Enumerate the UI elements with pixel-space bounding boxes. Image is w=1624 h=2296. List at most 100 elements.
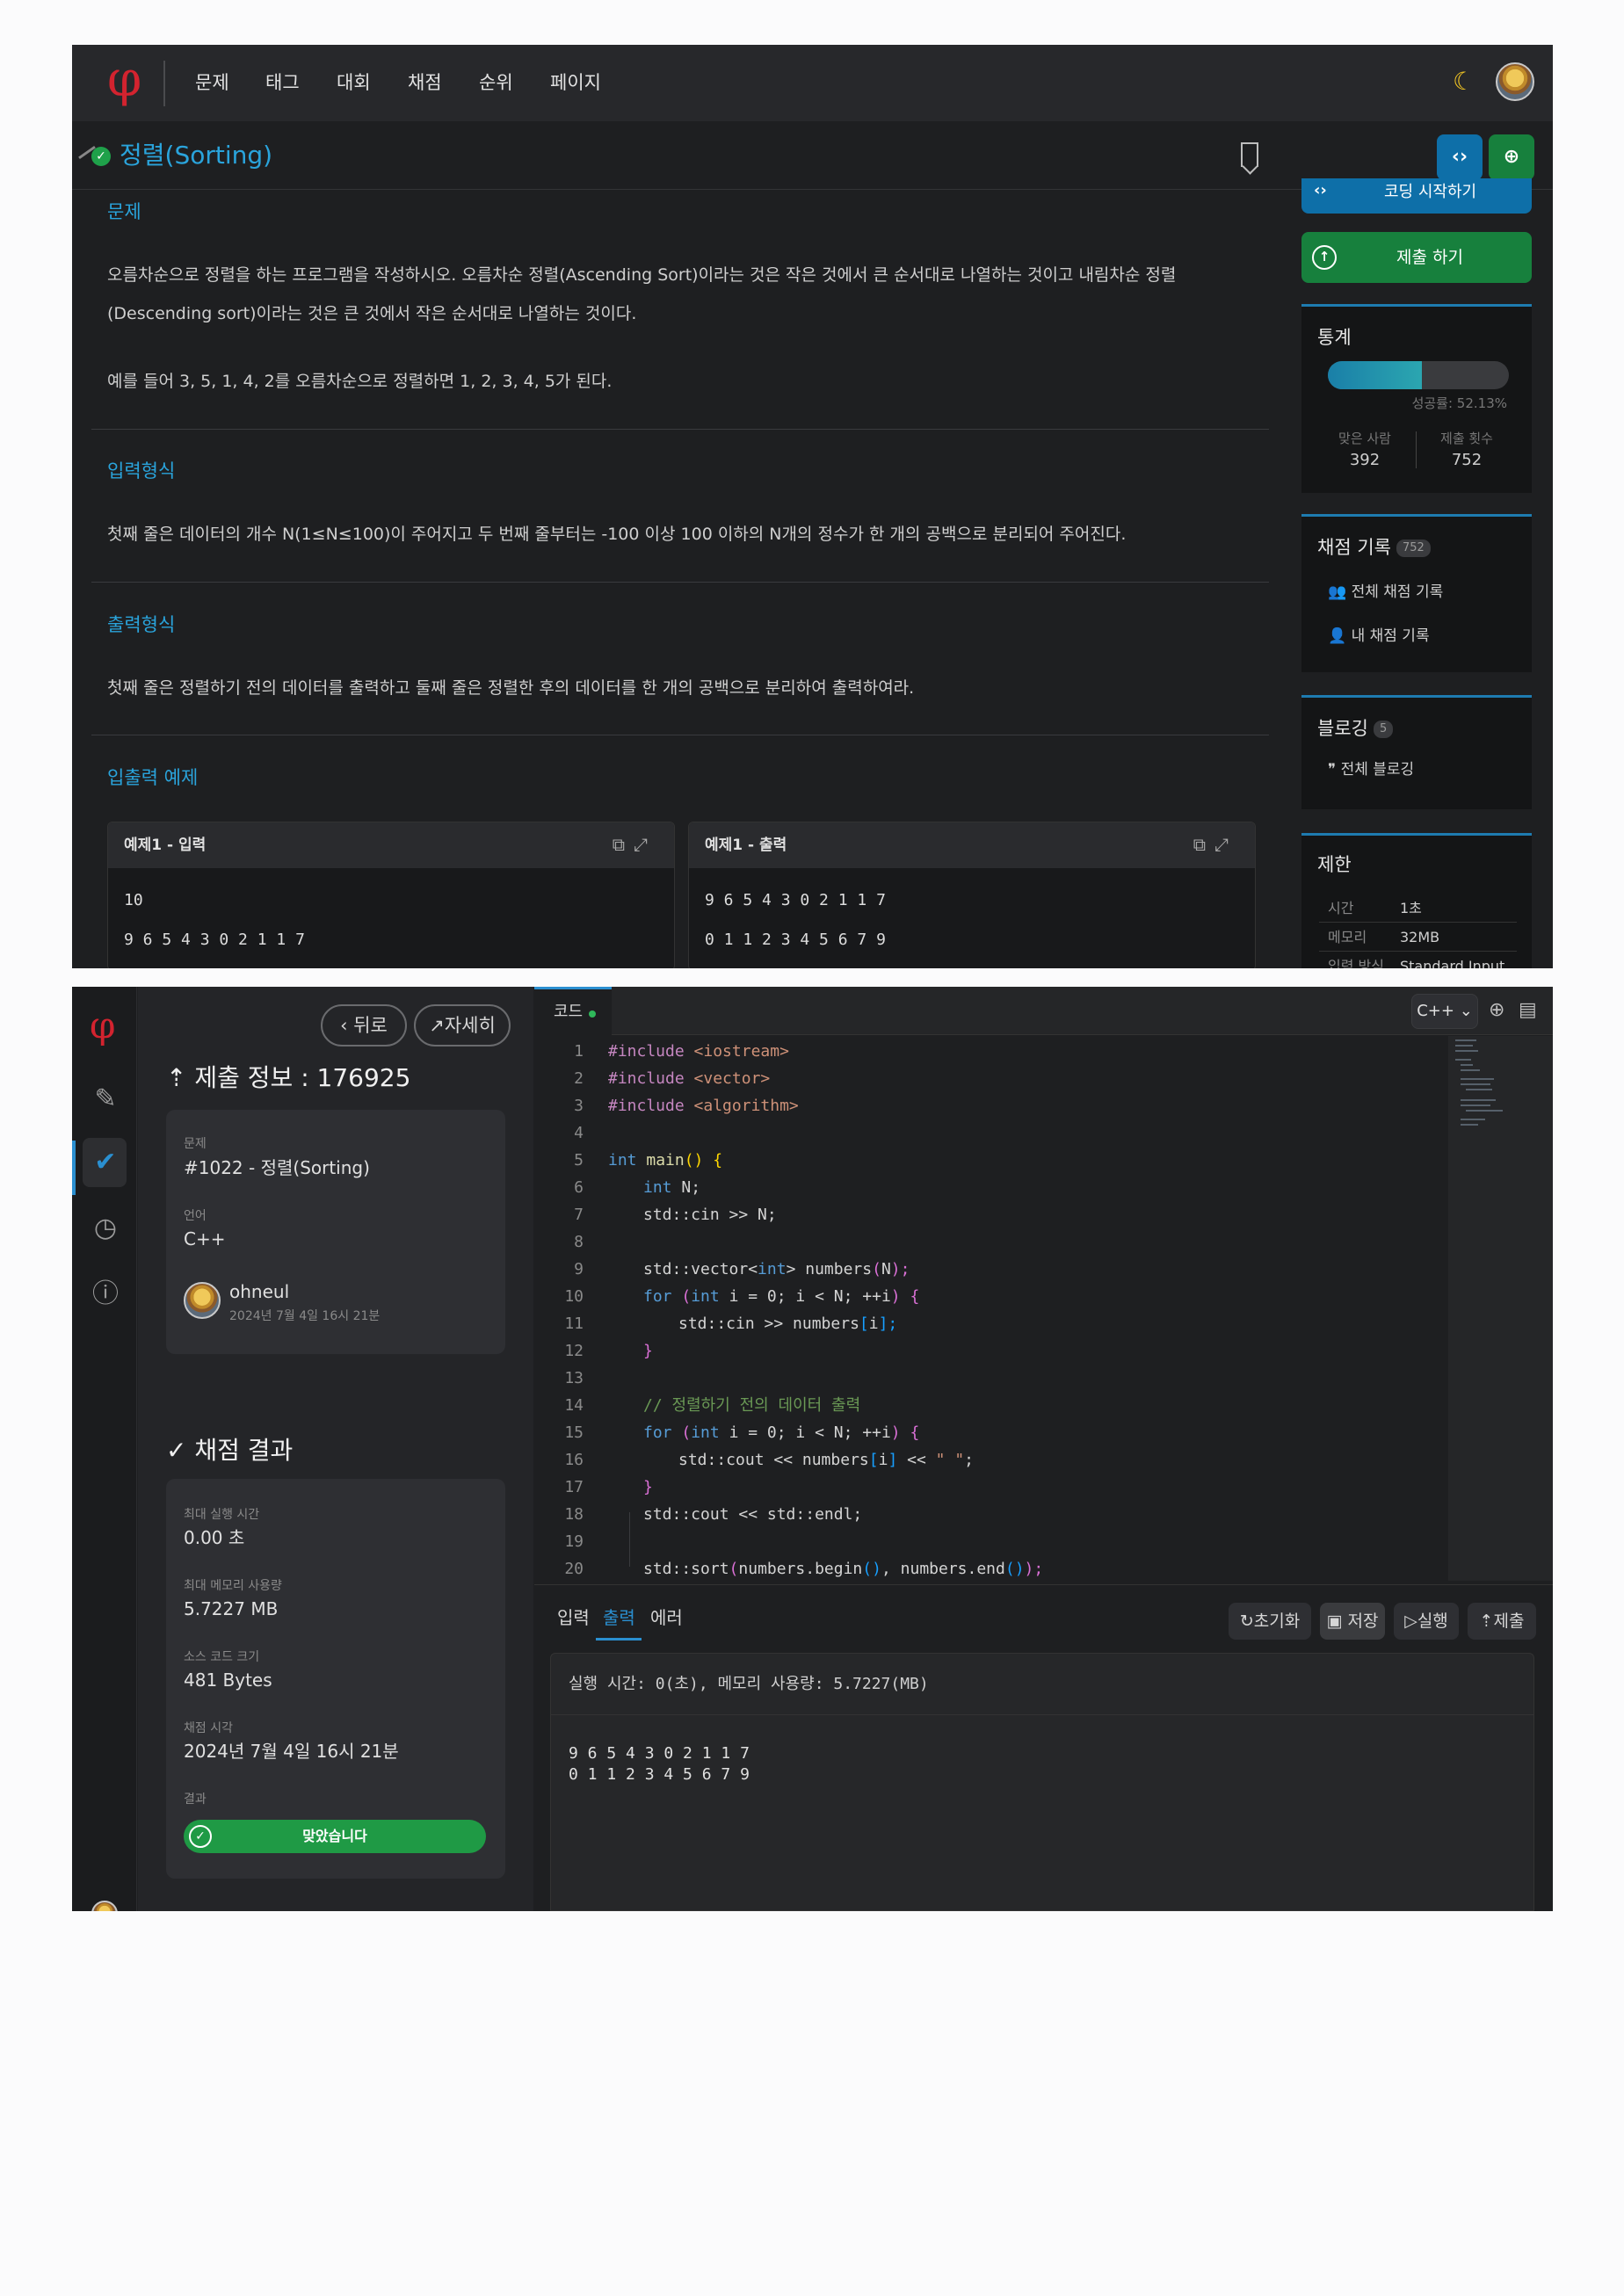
line-number: 19 (564, 1532, 584, 1551)
language-select-value: C++ (1417, 1002, 1454, 1020)
code-token: int (608, 1151, 637, 1170)
line-number: 14 (564, 1396, 584, 1415)
code-token: N (881, 1260, 891, 1278)
submit-button[interactable]: ⇡제출 (1468, 1603, 1536, 1640)
start-coding-button[interactable]: ‹› 코딩 시작하기 (1301, 178, 1532, 214)
avatar[interactable] (184, 1282, 221, 1319)
nav-item-judge[interactable]: 채점 (408, 69, 442, 96)
detail-button[interactable]: ↗자세히 (414, 1004, 511, 1047)
result-heading: ✓ 채점 결과 (166, 1433, 293, 1468)
copy-icon[interactable]: ⧉ (613, 834, 634, 855)
code-line-5: int main() { (608, 1147, 722, 1174)
history-icon[interactable]: ◷ (88, 1211, 123, 1246)
submit-count-label: 제출 횟수 (1440, 431, 1493, 446)
limit-memory-value: 32MB (1400, 929, 1440, 945)
nav-item-pages[interactable]: 페이지 (550, 69, 601, 96)
pencil-icon[interactable]: ✎ (88, 1082, 123, 1117)
nav-item-tags[interactable]: 태그 (265, 69, 300, 96)
user-name[interactable]: ohneul (229, 1279, 289, 1304)
double-check-icon[interactable]: ✔ (88, 1145, 123, 1180)
user-avatar[interactable] (1496, 62, 1534, 101)
user-avatar[interactable] (91, 1901, 118, 1911)
code-token: () (684, 1151, 704, 1170)
tab-output[interactable]: 출력 (603, 1604, 635, 1631)
minimap-line (1455, 1050, 1478, 1052)
minimap-line (1461, 1078, 1494, 1080)
code-token: std::cout << numbers (678, 1451, 869, 1469)
bookmark-icon[interactable] (1241, 142, 1258, 167)
code-line-11: std::cin >> numbers[i]; (678, 1310, 897, 1337)
code-button[interactable]: ‹› (1437, 134, 1483, 180)
solved-label: 맞은 사람 (1338, 431, 1391, 446)
stats-card: 통계 성공률: 52.13% 맞은 사람 392 제출 횟수 752 (1301, 304, 1532, 493)
save-button[interactable]: ▣ 저장 (1320, 1603, 1385, 1640)
play-icon: ▷ (1404, 1612, 1417, 1631)
site-logo[interactable]: φ (107, 52, 141, 108)
code-token: int (691, 1287, 720, 1306)
code-token: ] (888, 1451, 898, 1469)
code-token: int (758, 1260, 787, 1278)
code-minimap[interactable]: ••• ⊖♫ (1448, 1036, 1553, 1581)
all-records-link[interactable]: 👥 전체 채점 기록 (1328, 582, 1443, 603)
my-records-link[interactable]: 👤 내 채점 기록 (1328, 626, 1430, 647)
code-token: " " (935, 1451, 965, 1469)
tab-code[interactable]: 코드 (534, 987, 612, 1035)
tab-error[interactable]: 에러 (650, 1604, 683, 1631)
reset-button[interactable]: ↻초기화 (1229, 1603, 1311, 1640)
line-number: 9 (574, 1260, 584, 1278)
code-editor[interactable]: 1 2 3 4 5 6 7 8 9 10 11 12 13 14 15 16 17 18 19 20 #include… (534, 1036, 1448, 1581)
limit-time-value: 1초 (1400, 900, 1422, 916)
code-token: ( (729, 1560, 739, 1578)
problem-page-panel: φ 문제 태그 대회 채점 순위 페이지 ☾ ✓ 정렬(Sorting) ‹› … (72, 45, 1553, 968)
solved-value: 392 (1349, 451, 1381, 469)
sample-output-line2: 0 1 1 2 3 4 5 6 7 9 (705, 931, 886, 949)
expand-icon[interactable]: ⤢ (1214, 834, 1237, 855)
editor-tab-bar: 코드 C++ ⌄ ⊕ ▤ (534, 987, 1553, 1035)
detail-label: 자세히 (444, 1015, 496, 1036)
user-icon: 👤 (1328, 627, 1347, 645)
submit-button[interactable]: ⊕ (1489, 134, 1534, 180)
line-number: 6 (574, 1178, 584, 1197)
expand-icon[interactable]: ⤢ (634, 834, 656, 855)
problem-value[interactable]: #1022 - 정렬(Sorting) (184, 1155, 370, 1180)
submission-heading: ⇡ 제출 정보 : 176925 (166, 1061, 410, 1096)
line-number: 12 (564, 1342, 584, 1360)
back-button[interactable]: ‹ 뒤로 (321, 1004, 407, 1047)
records-title-label: 채점 기록 (1317, 537, 1391, 558)
info-icon[interactable]: ⓘ (88, 1277, 123, 1312)
my-records-label: 내 채점 기록 (1351, 627, 1430, 645)
minimap-line (1455, 1039, 1476, 1041)
submit-side-button[interactable]: ↑ 제출 하기 (1301, 232, 1532, 283)
copy-expand-icons[interactable]: ⧉⤢ (1193, 833, 1237, 856)
all-blog-link[interactable]: ❞ 전체 블로깅 (1328, 759, 1414, 780)
code-token: #include (608, 1042, 685, 1061)
result-label: 결과 (184, 1793, 207, 1807)
copy-icon[interactable]: ⧉ (1193, 834, 1214, 855)
run-button[interactable]: ▷실행 (1394, 1603, 1459, 1640)
tab-input[interactable]: 입력 (557, 1604, 590, 1631)
judge-time-value: 2024년 7월 4일 16시 21분 (184, 1741, 399, 1762)
code-token: ( (681, 1287, 692, 1306)
zoom-icon[interactable]: ⊕ (1489, 996, 1504, 1025)
code-token: <vector> (693, 1069, 771, 1088)
code-token: i (878, 1451, 888, 1469)
nav-item-contests[interactable]: 대회 (337, 69, 371, 96)
code-icon: ‹› (1314, 181, 1327, 199)
moon-icon[interactable]: ☾ (1453, 66, 1475, 98)
reset-label: 초기화 (1253, 1612, 1301, 1631)
max-time-label: 최대 실행 시간 (184, 1508, 260, 1522)
submission-info-card: 문제 #1022 - 정렬(Sorting) 언어 C++ ohneul 202… (166, 1110, 505, 1354)
chevron-left-icon: ‹ (340, 1015, 348, 1036)
layout-icon[interactable]: ▤ (1519, 996, 1537, 1025)
success-rate-bar (1328, 361, 1509, 389)
code-token: i = 0; i < N; ++i (729, 1287, 891, 1306)
nav-item-problems[interactable]: 문제 (195, 69, 229, 96)
code-token: i = 0; i < N; ++i (729, 1423, 891, 1442)
judge-time-label: 채점 시각 (184, 1721, 233, 1735)
code-token: ]; (878, 1315, 898, 1333)
site-logo[interactable]: φ (90, 1004, 115, 1047)
back-label: 뒤로 (353, 1015, 388, 1036)
nav-item-ranking[interactable]: 순위 (479, 69, 513, 96)
language-select[interactable]: C++ ⌄ (1411, 994, 1478, 1029)
copy-expand-icons[interactable]: ⧉⤢ (613, 833, 656, 856)
